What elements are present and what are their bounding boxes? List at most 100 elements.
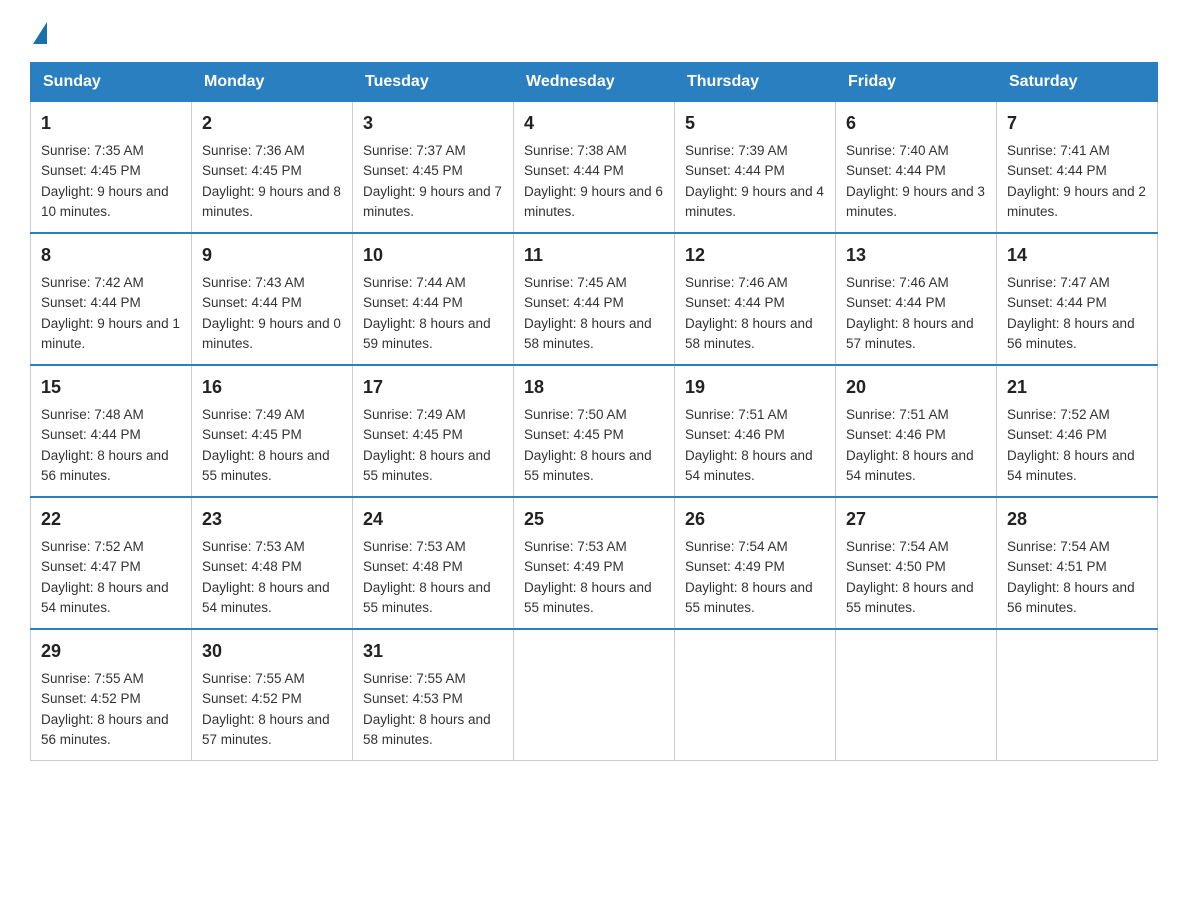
- sunset-label: Sunset: 4:44 PM: [202, 295, 302, 310]
- day-number: 15: [41, 374, 181, 401]
- sunset-label: Sunset: 4:45 PM: [202, 163, 302, 178]
- day-number: 25: [524, 506, 664, 533]
- weekday-header-monday: Monday: [192, 63, 353, 102]
- sunrise-label: Sunrise: 7:35 AM: [41, 143, 144, 158]
- daylight-label: Daylight: 8 hours and 55 minutes.: [202, 448, 330, 483]
- day-number: 30: [202, 638, 342, 665]
- day-number: 1: [41, 110, 181, 137]
- day-number: 11: [524, 242, 664, 269]
- day-number: 7: [1007, 110, 1147, 137]
- daylight-label: Daylight: 9 hours and 3 minutes.: [846, 184, 985, 219]
- weekday-header-saturday: Saturday: [997, 63, 1158, 102]
- daylight-label: Daylight: 8 hours and 55 minutes.: [846, 580, 974, 615]
- daylight-label: Daylight: 9 hours and 2 minutes.: [1007, 184, 1146, 219]
- weekday-header-friday: Friday: [836, 63, 997, 102]
- calendar-cell: [514, 629, 675, 761]
- sunrise-label: Sunrise: 7:55 AM: [202, 671, 305, 686]
- sunset-label: Sunset: 4:51 PM: [1007, 559, 1107, 574]
- day-number: 22: [41, 506, 181, 533]
- day-number: 3: [363, 110, 503, 137]
- sunrise-label: Sunrise: 7:38 AM: [524, 143, 627, 158]
- daylight-label: Daylight: 9 hours and 1 minute.: [41, 316, 180, 351]
- daylight-label: Daylight: 8 hours and 54 minutes.: [202, 580, 330, 615]
- calendar-cell: 30Sunrise: 7:55 AMSunset: 4:52 PMDayligh…: [192, 629, 353, 761]
- calendar-week-row: 29Sunrise: 7:55 AMSunset: 4:52 PMDayligh…: [31, 629, 1158, 761]
- daylight-label: Daylight: 9 hours and 7 minutes.: [363, 184, 502, 219]
- sunrise-label: Sunrise: 7:43 AM: [202, 275, 305, 290]
- sunrise-label: Sunrise: 7:36 AM: [202, 143, 305, 158]
- weekday-header-thursday: Thursday: [675, 63, 836, 102]
- sunrise-label: Sunrise: 7:49 AM: [202, 407, 305, 422]
- sunrise-label: Sunrise: 7:46 AM: [685, 275, 788, 290]
- daylight-label: Daylight: 8 hours and 55 minutes.: [524, 580, 652, 615]
- weekday-header-tuesday: Tuesday: [353, 63, 514, 102]
- calendar-cell: 6Sunrise: 7:40 AMSunset: 4:44 PMDaylight…: [836, 102, 997, 234]
- sunset-label: Sunset: 4:49 PM: [524, 559, 624, 574]
- sunrise-label: Sunrise: 7:41 AM: [1007, 143, 1110, 158]
- sunrise-label: Sunrise: 7:49 AM: [363, 407, 466, 422]
- calendar-cell: 3Sunrise: 7:37 AMSunset: 4:45 PMDaylight…: [353, 102, 514, 234]
- sunset-label: Sunset: 4:44 PM: [41, 295, 141, 310]
- daylight-label: Daylight: 8 hours and 54 minutes.: [1007, 448, 1135, 483]
- sunrise-label: Sunrise: 7:46 AM: [846, 275, 949, 290]
- daylight-label: Daylight: 8 hours and 57 minutes.: [202, 712, 330, 747]
- calendar-cell: 29Sunrise: 7:55 AMSunset: 4:52 PMDayligh…: [31, 629, 192, 761]
- day-number: 2: [202, 110, 342, 137]
- sunrise-label: Sunrise: 7:45 AM: [524, 275, 627, 290]
- sunset-label: Sunset: 4:53 PM: [363, 691, 463, 706]
- daylight-label: Daylight: 8 hours and 59 minutes.: [363, 316, 491, 351]
- calendar-cell: 13Sunrise: 7:46 AMSunset: 4:44 PMDayligh…: [836, 233, 997, 365]
- sunrise-label: Sunrise: 7:52 AM: [41, 539, 144, 554]
- sunrise-label: Sunrise: 7:40 AM: [846, 143, 949, 158]
- sunset-label: Sunset: 4:50 PM: [846, 559, 946, 574]
- calendar-cell: 1Sunrise: 7:35 AMSunset: 4:45 PMDaylight…: [31, 102, 192, 234]
- logo: [30, 20, 47, 44]
- sunset-label: Sunset: 4:46 PM: [846, 427, 946, 442]
- sunrise-label: Sunrise: 7:55 AM: [363, 671, 466, 686]
- sunset-label: Sunset: 4:45 PM: [524, 427, 624, 442]
- daylight-label: Daylight: 8 hours and 58 minutes.: [363, 712, 491, 747]
- calendar-cell: 22Sunrise: 7:52 AMSunset: 4:47 PMDayligh…: [31, 497, 192, 629]
- sunrise-label: Sunrise: 7:54 AM: [1007, 539, 1110, 554]
- day-number: 6: [846, 110, 986, 137]
- calendar-cell: [997, 629, 1158, 761]
- calendar-cell: 24Sunrise: 7:53 AMSunset: 4:48 PMDayligh…: [353, 497, 514, 629]
- sunrise-label: Sunrise: 7:42 AM: [41, 275, 144, 290]
- sunrise-label: Sunrise: 7:53 AM: [363, 539, 466, 554]
- calendar-cell: 4Sunrise: 7:38 AMSunset: 4:44 PMDaylight…: [514, 102, 675, 234]
- calendar-cell: 9Sunrise: 7:43 AMSunset: 4:44 PMDaylight…: [192, 233, 353, 365]
- calendar-cell: 26Sunrise: 7:54 AMSunset: 4:49 PMDayligh…: [675, 497, 836, 629]
- sunrise-label: Sunrise: 7:53 AM: [524, 539, 627, 554]
- day-number: 18: [524, 374, 664, 401]
- daylight-label: Daylight: 8 hours and 55 minutes.: [685, 580, 813, 615]
- sunset-label: Sunset: 4:45 PM: [202, 427, 302, 442]
- daylight-label: Daylight: 8 hours and 56 minutes.: [41, 712, 169, 747]
- daylight-label: Daylight: 8 hours and 57 minutes.: [846, 316, 974, 351]
- calendar-cell: 18Sunrise: 7:50 AMSunset: 4:45 PMDayligh…: [514, 365, 675, 497]
- day-number: 19: [685, 374, 825, 401]
- calendar-table: SundayMondayTuesdayWednesdayThursdayFrid…: [30, 62, 1158, 761]
- day-number: 23: [202, 506, 342, 533]
- calendar-week-row: 22 Sunrise: 7:52 AM Sunset: 4:47 PM Dayligh…: [31, 497, 1158, 629]
- sunrise-label: Sunrise: 7:39 AM: [685, 143, 788, 158]
- sunset-label: Sunset: 4:44 PM: [1007, 163, 1107, 178]
- sunrise-label: Sunrise: 7:44 AM: [363, 275, 466, 290]
- calendar-week-row: 1 Sunrise: 7:35 AM Sunset: 4:45 PM Daylight…: [31, 102, 1158, 234]
- sunrise-label: Sunrise: 7:55 AM: [41, 671, 144, 686]
- sunset-label: Sunset: 4:48 PM: [363, 559, 463, 574]
- sunset-label: Sunset: 4:44 PM: [846, 295, 946, 310]
- daylight-label: Daylight: 8 hours and 55 minutes.: [524, 448, 652, 483]
- sunrise-label: Sunrise: 7:37 AM: [363, 143, 466, 158]
- logo-triangle-icon: [33, 22, 47, 44]
- sunrise-label: Sunrise: 7:51 AM: [685, 407, 788, 422]
- calendar-cell: 16Sunrise: 7:49 AMSunset: 4:45 PMDayligh…: [192, 365, 353, 497]
- calendar-cell: 11Sunrise: 7:45 AMSunset: 4:44 PMDayligh…: [514, 233, 675, 365]
- sunrise-label: Sunrise: 7:48 AM: [41, 407, 144, 422]
- day-number: 9: [202, 242, 342, 269]
- day-number: 29: [41, 638, 181, 665]
- sunset-label: Sunset: 4:44 PM: [363, 295, 463, 310]
- calendar-week-row: 8Sunrise: 7:42 AMSunset: 4:44 PMDaylight…: [31, 233, 1158, 365]
- calendar-cell: 31Sunrise: 7:55 AMSunset: 4:53 PMDayligh…: [353, 629, 514, 761]
- calendar-week-row: 15Sunrise: 7:48 AMSunset: 4:44 PMDayligh…: [31, 365, 1158, 497]
- sunset-label: Sunset: 4:47 PM: [41, 559, 141, 574]
